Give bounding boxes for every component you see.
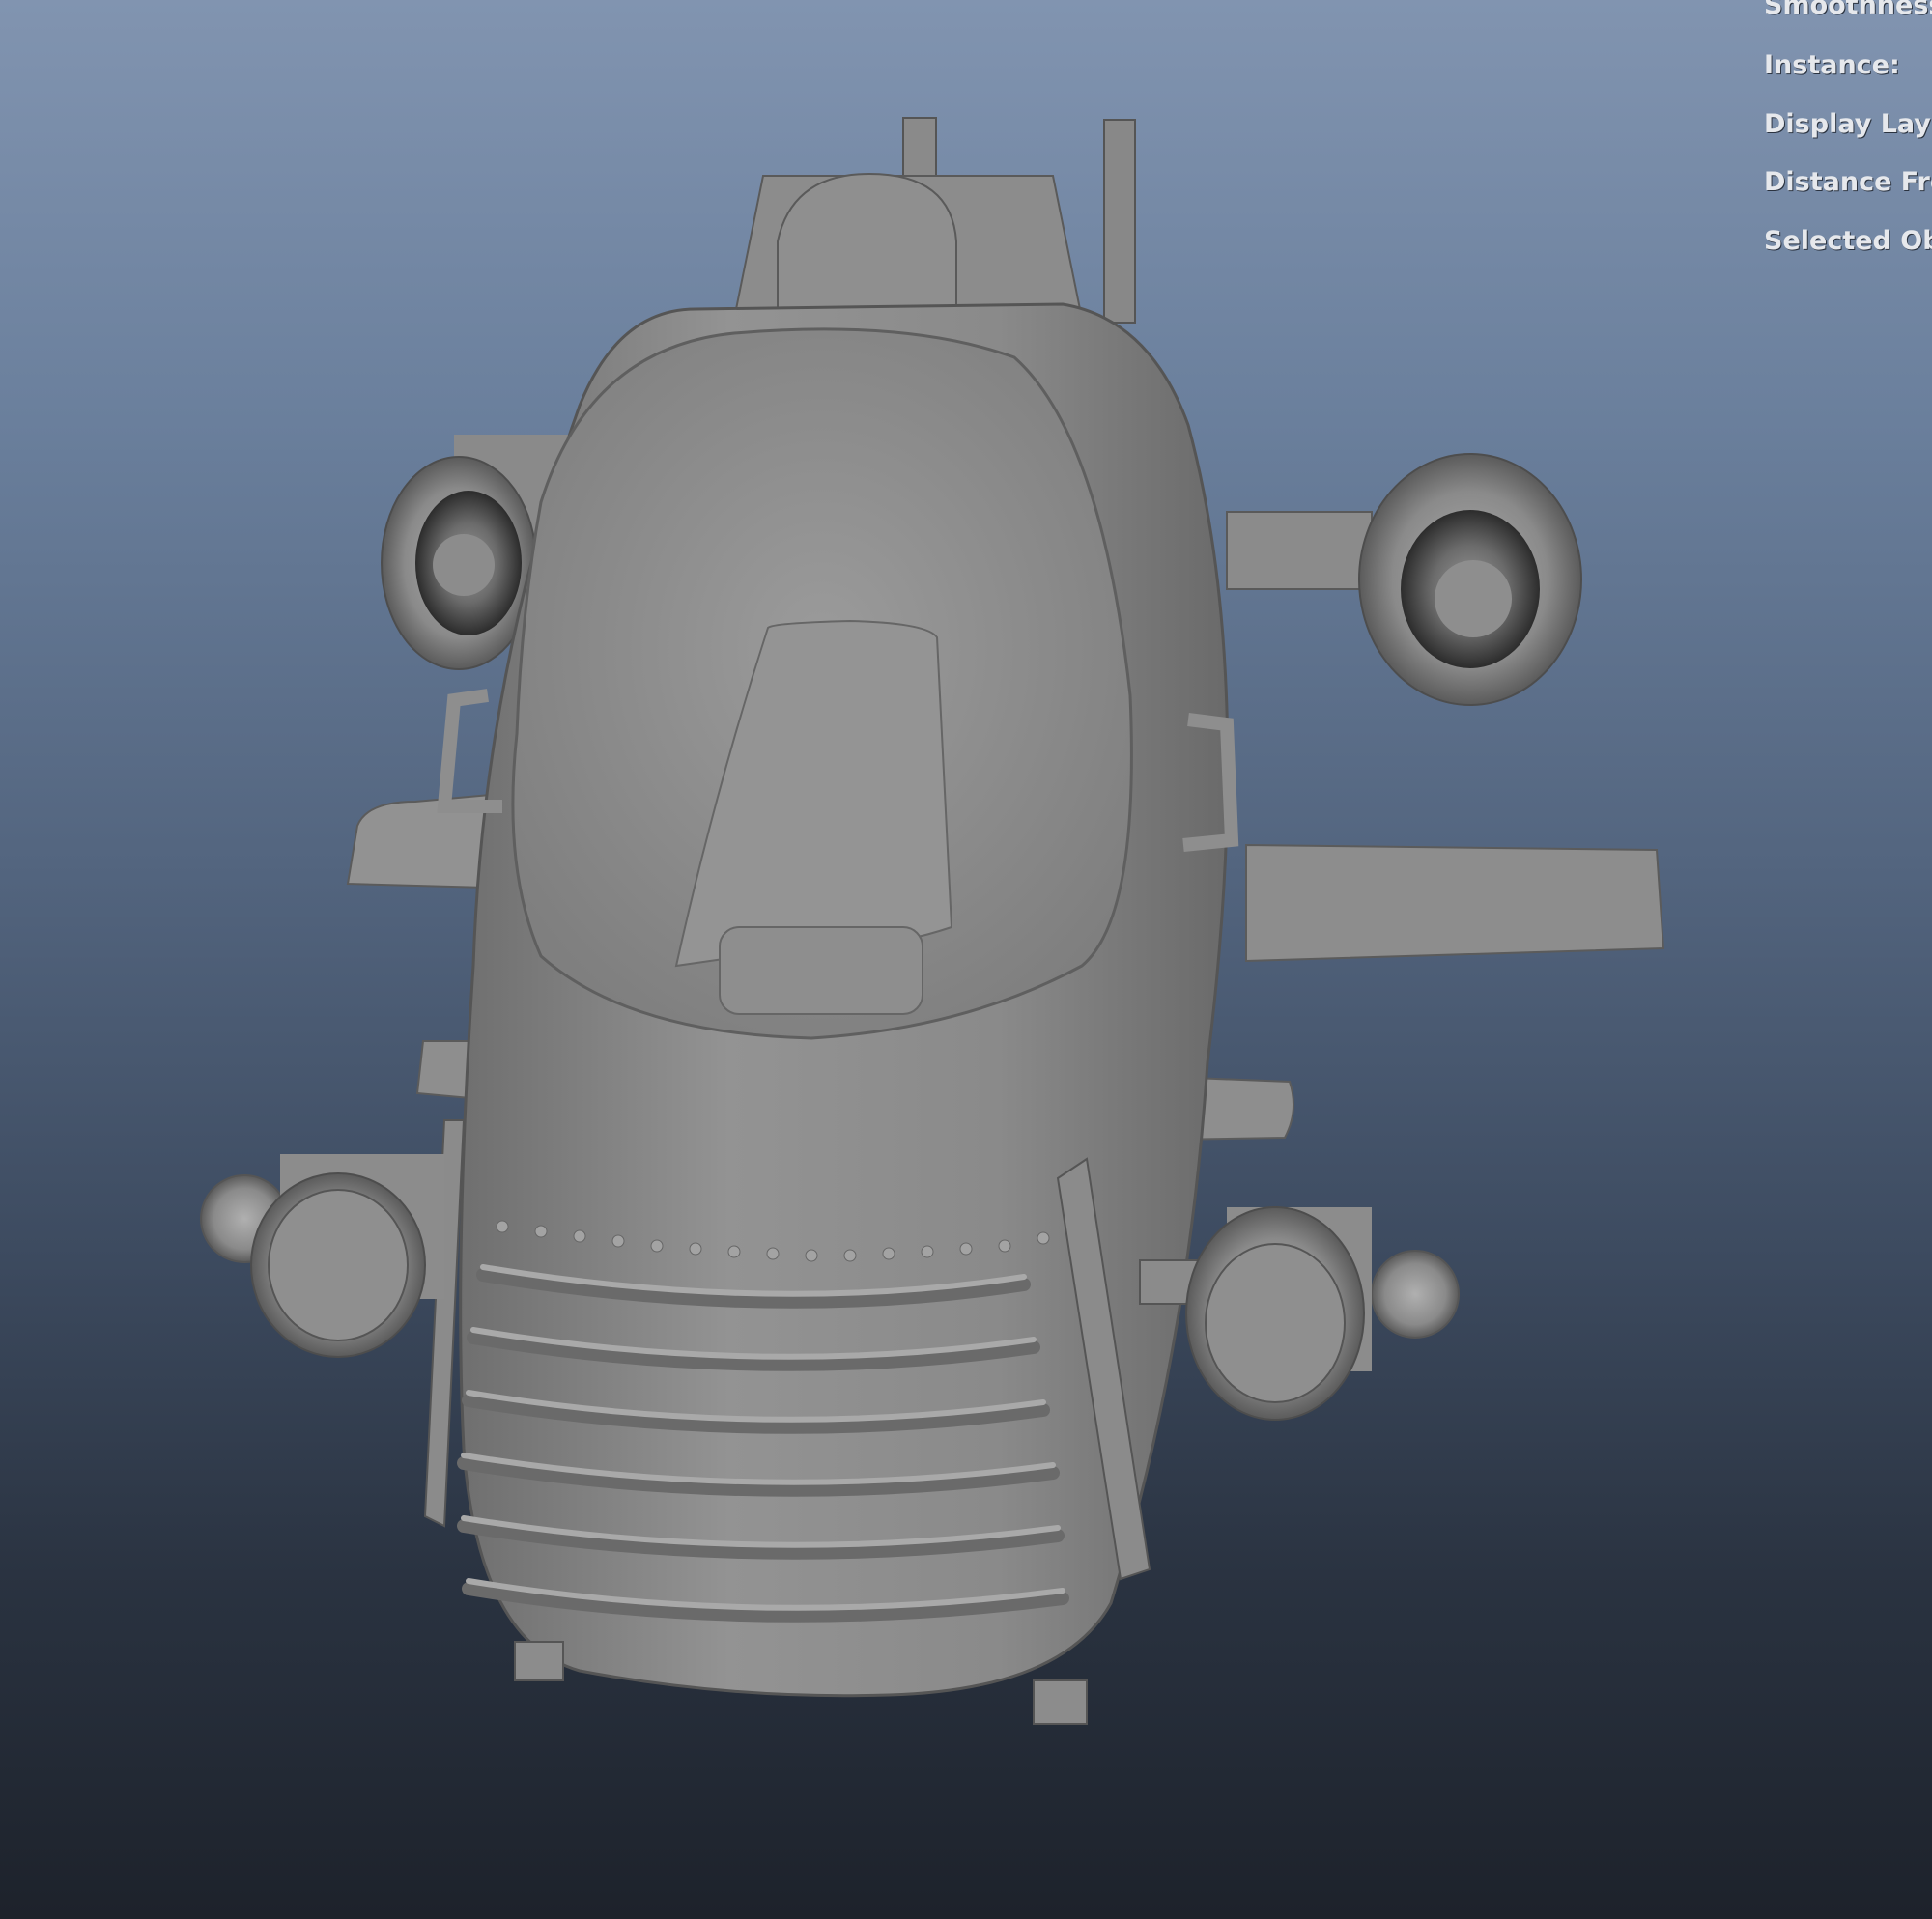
right-upper-engine — [1226, 453, 1582, 706]
hud-selected-objects-label: Selected Objects: — [1764, 226, 1932, 256]
airship-model-icon[interactable] — [0, 0, 1932, 1919]
antenna-right — [1103, 119, 1136, 324]
right-wing — [1245, 843, 1665, 963]
3d-viewport[interactable]: Smoothness: Instance: Display Layer: Dis… — [0, 0, 1932, 1919]
hud-info-panel: Smoothness: Instance: Display Layer: Dis… — [1764, 0, 1932, 290]
seat-head-rest — [719, 926, 923, 1015]
right-foot — [1033, 1679, 1088, 1725]
hud-smoothness-label: Smoothness: — [1764, 0, 1932, 20]
left-foot — [514, 1641, 564, 1681]
hud-distance-label: Distance From Camera: — [1764, 167, 1932, 197]
left-lower-engine — [200, 1154, 444, 1358]
hud-display-layer-label: Display Layer: — [1764, 109, 1932, 139]
hud-instance-label: Instance: — [1764, 50, 1900, 80]
